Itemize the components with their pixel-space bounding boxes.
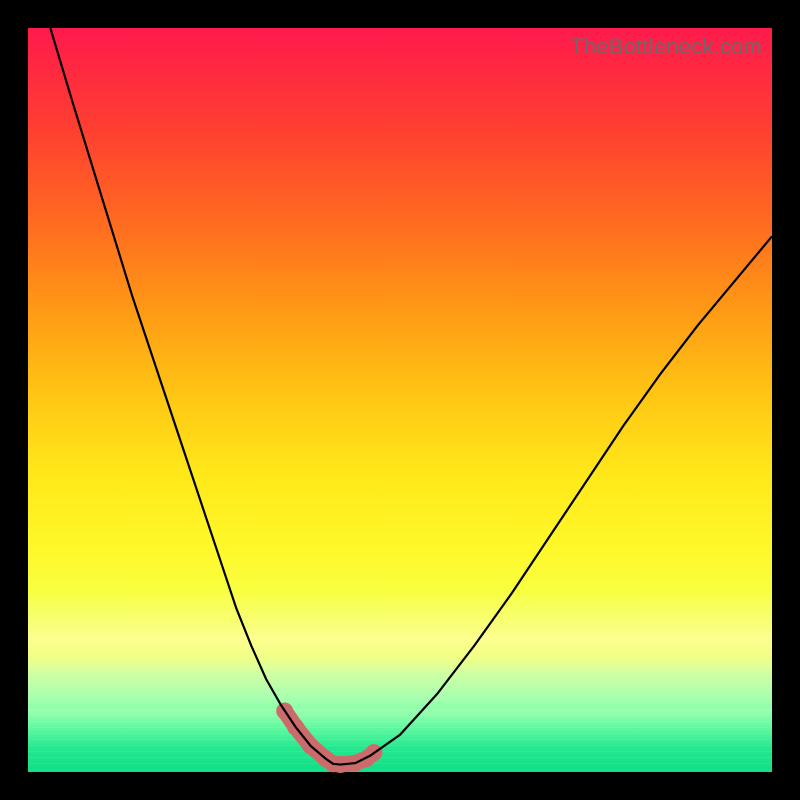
watermark-text: TheBottleneck.com — [570, 34, 762, 60]
plot-area: TheBottleneck.com — [28, 28, 772, 772]
chart-container: TheBottleneck.com — [0, 0, 800, 800]
chart-svg — [28, 28, 772, 772]
bottleneck-curve-line — [50, 28, 772, 765]
